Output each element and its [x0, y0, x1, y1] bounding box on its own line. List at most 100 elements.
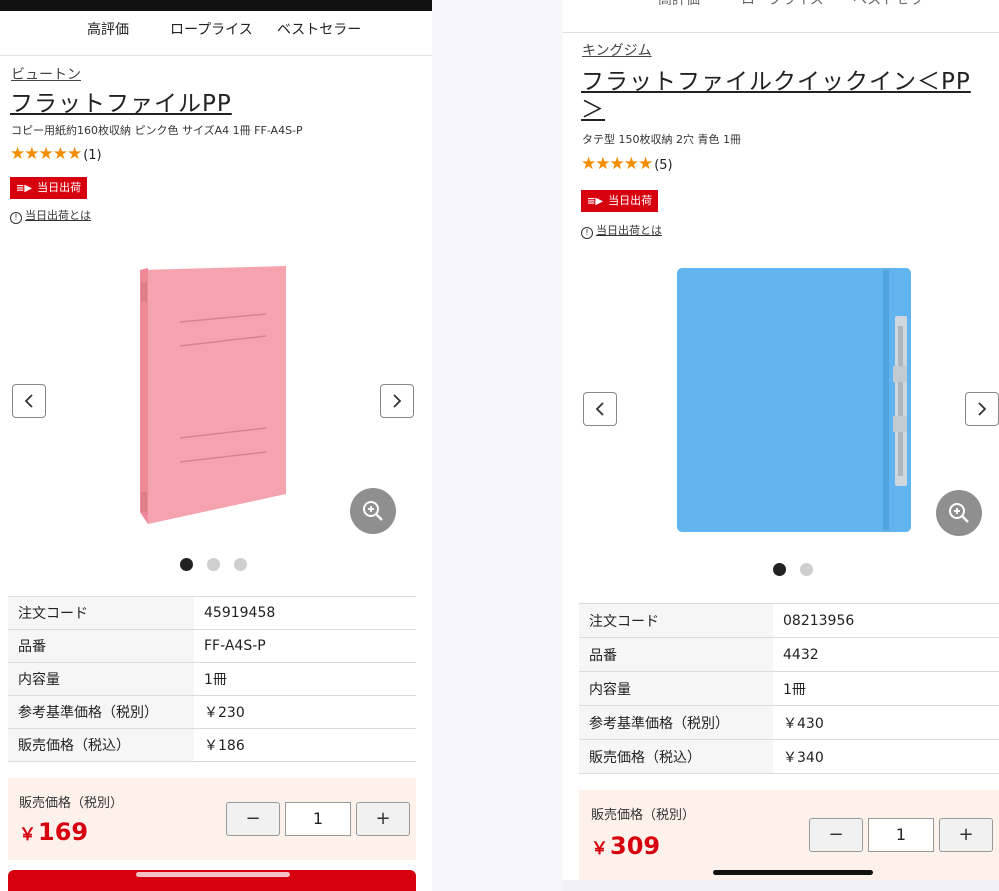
tab-best-seller[interactable]: ベストセラー — [853, 0, 937, 9]
spec-value: ￥230 — [194, 695, 416, 729]
spec-table: 注文コード 08213956 品番 4432 内容量 1冊 参考基準価格（税別） ￥43… — [579, 603, 999, 774]
product-panel-left: 高評価 ロープライス ベストセラー ビュートン フラットファイルPP コピー用紙… — [0, 0, 432, 891]
pagination-dot[interactable] — [800, 563, 813, 576]
spec-value: 1冊 — [773, 671, 999, 706]
spec-value: ￥186 — [194, 728, 416, 762]
divider-gap — [432, 0, 563, 891]
home-indicator — [713, 870, 873, 875]
same-day-info: ! 当日出荷とは — [581, 222, 662, 239]
same-day-info-link[interactable]: 当日出荷とは — [596, 224, 662, 237]
chevron-left-icon — [595, 402, 604, 416]
quantity-stepper: − 1 + — [226, 802, 410, 836]
yen-sign: ￥ — [19, 825, 36, 845]
zoom-button[interactable] — [350, 488, 396, 534]
table-row: 品番 FF-A4S-P — [8, 629, 416, 663]
spec-value: 08213956 — [773, 603, 999, 638]
product-image[interactable] — [120, 262, 300, 530]
home-indicator — [136, 872, 290, 877]
zoom-button[interactable] — [936, 490, 982, 536]
same-day-info: ! 当日出荷とは — [10, 207, 91, 224]
status-bar — [0, 0, 432, 11]
product-panel-right: 高評価 ロープライス ベストセラー キングジム フラットファイルクイックイン＜P… — [563, 0, 999, 880]
table-row: 参考基準価格（税別） ￥430 — [579, 705, 999, 740]
ship-badge-label: 当日出荷 — [608, 194, 653, 207]
increase-button[interactable]: + — [939, 818, 993, 852]
tab-low-price[interactable]: ロープライス — [741, 0, 824, 9]
title-line-2: ＞ — [581, 97, 605, 123]
spec-table: 注文コード 45919458 品番 FF-A4S-P 内容量 1冊 参考基準価格（税別… — [8, 596, 416, 762]
product-title[interactable]: フラットファイルPP — [10, 90, 232, 118]
next-image-button[interactable] — [965, 392, 999, 426]
pagination-dot[interactable] — [180, 558, 193, 571]
prev-image-button[interactable] — [12, 384, 46, 418]
sort-tabs: 高評価 ロープライス ベストセラー — [563, 0, 999, 33]
table-row: 品番 4432 — [579, 637, 999, 672]
increase-button[interactable]: + — [356, 802, 410, 836]
spec-value: 4432 — [773, 637, 999, 672]
truck-icon: ≡▶ — [587, 196, 604, 207]
zoom-in-icon — [949, 503, 969, 523]
table-row: 注文コード 08213956 — [579, 603, 999, 638]
star-icons: ★★★★★ — [581, 154, 653, 174]
spec-key: 内容量 — [579, 671, 773, 706]
ship-badge-label: 当日出荷 — [37, 181, 82, 194]
review-count[interactable]: (1) — [83, 148, 101, 163]
info-icon: ! — [10, 212, 22, 224]
table-row: 内容量 1冊 — [579, 671, 999, 706]
price-number: 309 — [610, 832, 661, 860]
spec-key: 販売価格（税込） — [579, 739, 773, 774]
sort-tabs: 高評価 ロープライス ベストセラー — [0, 11, 432, 56]
table-row: 販売価格（税込） ￥340 — [579, 739, 999, 774]
tab-low-price[interactable]: ロープライス — [170, 19, 253, 39]
rating-stars[interactable]: ★★★★★ (5) — [581, 154, 673, 174]
review-count[interactable]: (5) — [654, 158, 672, 173]
spec-value: ￥340 — [773, 739, 999, 774]
price-label: 販売価格（税別） — [19, 796, 124, 811]
tab-best-seller[interactable]: ベストセラー — [277, 19, 361, 39]
same-day-info-link[interactable]: 当日出荷とは — [25, 209, 91, 222]
title-line-1: フラットファイルクイックイン＜PP — [581, 69, 971, 95]
pagination-dot[interactable] — [234, 558, 247, 571]
pagination-dot[interactable] — [207, 558, 220, 571]
table-row: 内容量 1冊 — [8, 662, 416, 696]
table-row: 注文コード 45919458 — [8, 596, 416, 630]
decrease-button[interactable]: − — [809, 818, 863, 852]
chevron-left-icon — [24, 394, 33, 408]
decrease-button[interactable]: − — [226, 802, 280, 836]
product-subtitle: タテ型 150枚収納 2穴 青色 1冊 — [582, 133, 741, 146]
price-label: 販売価格（税別） — [591, 808, 696, 823]
quantity-stepper: − 1 + — [809, 818, 993, 852]
chevron-right-icon — [393, 394, 402, 408]
spec-key: 品番 — [579, 637, 773, 672]
image-pagination — [773, 563, 813, 576]
spec-value: FF-A4S-P — [194, 629, 416, 663]
spec-value: 1冊 — [194, 662, 416, 696]
truck-icon: ≡▶ — [16, 183, 33, 194]
same-day-shipping-badge: ≡▶ 当日出荷 — [10, 177, 88, 199]
tab-high-rating[interactable]: 高評価 — [87, 19, 129, 39]
prev-image-button[interactable] — [583, 392, 617, 426]
spec-key: 内容量 — [8, 662, 194, 696]
product-title[interactable]: フラットファイルクイックイン＜PP ＞ — [581, 68, 971, 124]
image-pagination — [180, 558, 247, 571]
quantity-field[interactable]: 1 — [868, 818, 934, 852]
spec-key: 参考基準価格（税別） — [579, 705, 773, 740]
price-value: ￥309 — [591, 832, 660, 860]
table-row: 販売価格（税込） ￥186 — [8, 728, 416, 762]
price-box: 販売価格（税別） ￥169 − 1 + — [8, 778, 416, 860]
price-number: 169 — [38, 818, 89, 846]
brand-link[interactable]: ビュートン — [11, 64, 81, 84]
price-box: 販売価格（税別） ￥309 − 1 + — [579, 790, 999, 880]
product-image[interactable] — [673, 266, 918, 536]
brand-link[interactable]: キングジム — [582, 40, 652, 60]
tab-high-rating[interactable]: 高評価 — [658, 0, 700, 9]
quantity-field[interactable]: 1 — [285, 802, 351, 836]
rating-stars[interactable]: ★★★★★ (1) — [10, 144, 102, 164]
next-image-button[interactable] — [380, 384, 414, 418]
star-icons: ★★★★★ — [10, 144, 82, 164]
yen-sign: ￥ — [591, 839, 608, 859]
info-icon: ! — [581, 227, 593, 239]
spec-value: 45919458 — [194, 596, 416, 630]
chevron-right-icon — [978, 402, 987, 416]
pagination-dot[interactable] — [773, 563, 786, 576]
